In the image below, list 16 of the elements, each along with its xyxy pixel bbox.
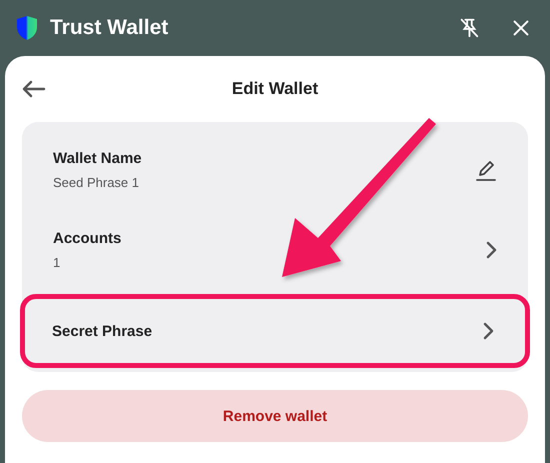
settings-row[interactable]: Wallet Name Seed Phrase 1 (22, 130, 528, 210)
shield-icon (16, 15, 38, 41)
settings-row[interactable]: Accounts 1 (22, 210, 528, 290)
chevron-right-icon (484, 241, 498, 259)
row-value: 1 (53, 255, 62, 270)
row-value: Seed Phrase 1 (53, 175, 140, 190)
window-title: Trust Wallet (50, 16, 170, 40)
chevron-right-icon (481, 322, 495, 340)
page-title: Edit Wallet (232, 79, 318, 99)
row-label: Accounts (53, 230, 122, 247)
pencil-icon[interactable] (474, 158, 498, 182)
back-arrow-icon[interactable] (22, 79, 46, 99)
row-label: Wallet Name (53, 150, 143, 167)
remove-wallet-button[interactable]: Remove wallet (22, 390, 528, 442)
highlighted-settings-row[interactable]: Secret Phrase (20, 294, 530, 368)
row-label: Secret Phrase (52, 322, 154, 340)
